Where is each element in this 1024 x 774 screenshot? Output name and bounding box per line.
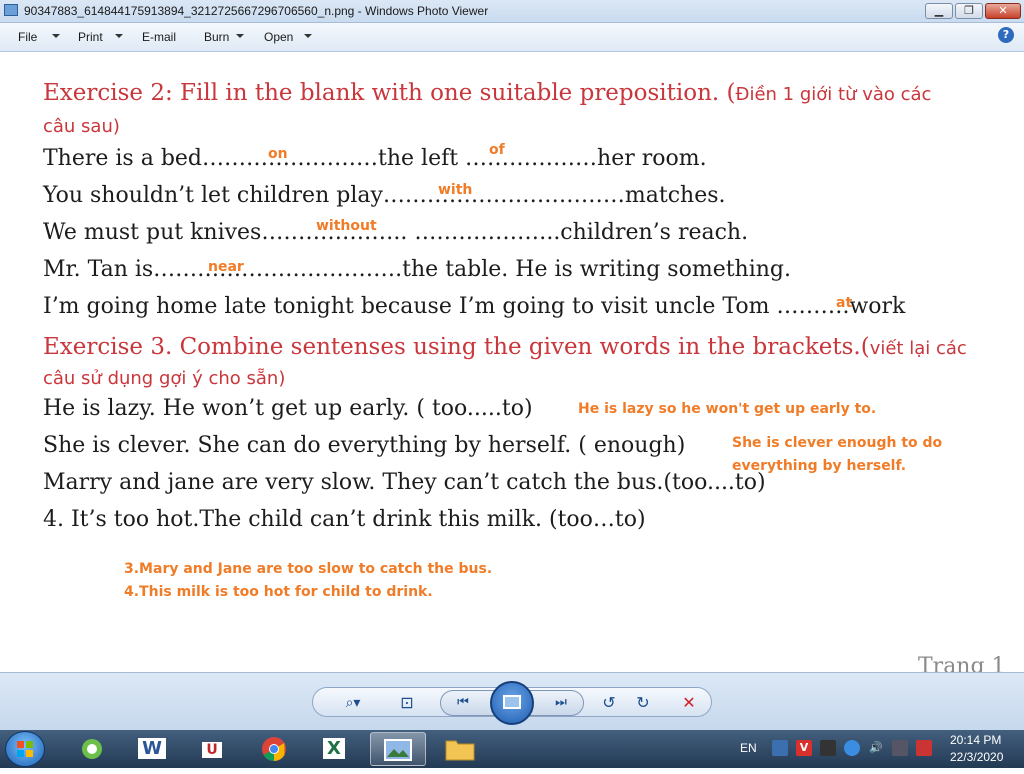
- exercise-2-line-1: There is a bed……………………the left ………………her…: [43, 146, 707, 171]
- answer-of: of: [489, 142, 505, 158]
- exercise-2-line-3: We must put knives……………….. ………………..child…: [43, 220, 749, 245]
- answer-sentence-2-line-1: She is clever enough to do: [732, 435, 943, 451]
- exercise-3-line-3: Marry and jane are very slow. They can’t…: [43, 470, 766, 495]
- slide-show-button[interactable]: [490, 681, 534, 725]
- tray-app-icon[interactable]: [820, 740, 836, 756]
- delete-icon[interactable]: ✕: [678, 692, 700, 714]
- page-number: Trang 1: [918, 654, 1006, 672]
- menu-open[interactable]: Open: [264, 30, 293, 44]
- taskbar-chrome[interactable]: [246, 732, 302, 766]
- menu-email[interactable]: E-mail: [142, 30, 176, 44]
- window-title: 90347883_614844175913894_321272566729670…: [24, 4, 489, 18]
- action-center-icon[interactable]: [916, 740, 932, 756]
- minimize-button[interactable]: ▁: [925, 3, 953, 19]
- burn-chevron-down-icon[interactable]: [236, 34, 244, 38]
- photo-canvas: Exercise 2: Fill in the blank with one s…: [0, 52, 1024, 672]
- title-bar: 90347883_614844175913894_321272566729670…: [0, 0, 1024, 23]
- exercise-3-line-4: 4. It’s too hot.The child can’t drink th…: [43, 507, 646, 532]
- answer-with: with: [438, 182, 473, 198]
- help-icon[interactable]: ?: [998, 27, 1014, 43]
- windows-logo-icon: [17, 741, 33, 757]
- taskbar-coccoc-browser[interactable]: [64, 732, 120, 766]
- exercise-2-heading: Exercise 2: Fill in the blank with one s…: [43, 80, 931, 106]
- exercise-2-line-5: I’m going home late tonight because I’m …: [43, 294, 906, 319]
- taskbar-excel[interactable]: X: [306, 732, 362, 766]
- actual-size-icon[interactable]: ⊡: [396, 692, 418, 714]
- answer-sentence-3: 3.Mary and Jane are too slow to catch th…: [124, 561, 493, 577]
- folder-icon: [445, 740, 475, 761]
- exercise-3-heading-continued: câu sử dụng gợi ý cho sẵn): [43, 368, 286, 389]
- volume-icon[interactable]: 🔊: [868, 740, 884, 756]
- word-icon: W: [138, 738, 166, 759]
- rotate-clockwise-icon[interactable]: ↻: [632, 692, 654, 714]
- exercise-2-heading-text: Exercise 2: Fill in the blank with one s…: [43, 80, 736, 106]
- exercise-2-line-4: Mr. Tan is…………………………….the table. He is w…: [43, 257, 792, 282]
- print-chevron-down-icon[interactable]: [115, 34, 123, 38]
- close-button[interactable]: ✕: [985, 3, 1021, 19]
- taskbar-file-explorer[interactable]: [432, 732, 488, 766]
- network-icon[interactable]: [892, 740, 908, 756]
- exercise-3-heading-text: Exercise 3. Combine sentenses using the …: [43, 334, 870, 360]
- photo-viewer-icon: [384, 739, 412, 761]
- start-button[interactable]: [5, 731, 45, 767]
- browser-tray-icon[interactable]: [844, 740, 860, 756]
- exercise-3-heading: Exercise 3. Combine sentenses using the …: [43, 334, 967, 360]
- menu-bar: File Print E-mail Burn Open: [0, 23, 1024, 52]
- exercise-2-heading-continued: câu sau): [43, 116, 120, 137]
- answer-near: near: [208, 259, 244, 275]
- taskbar-word[interactable]: W: [124, 732, 180, 766]
- maximize-button[interactable]: ❐: [955, 3, 983, 19]
- zoom-icon[interactable]: ⌕▾: [336, 692, 370, 714]
- viewer-control-bar: ⌕▾ ⊡ ⏮ ⏭ ↺ ↻ ✕: [0, 672, 1024, 731]
- answer-on: on: [268, 146, 288, 162]
- answer-at: at: [836, 295, 853, 311]
- answer-sentence-1: He is lazy so he won't get up early to.: [578, 401, 877, 417]
- menu-file[interactable]: File: [18, 30, 37, 44]
- open-chevron-down-icon[interactable]: [304, 34, 312, 38]
- exercise-3-line-2: She is clever. She can do everything by …: [43, 433, 686, 458]
- taskbar-photo-viewer[interactable]: [370, 732, 426, 766]
- coccoc-browser-icon: [82, 739, 102, 759]
- network-manager-icon[interactable]: [772, 740, 788, 756]
- excel-icon: X: [323, 738, 345, 759]
- next-icon[interactable]: ⏭: [550, 692, 572, 714]
- antivirus-icon[interactable]: V: [796, 740, 812, 756]
- answer-without: without: [316, 218, 377, 234]
- clock-date[interactable]: 22/3/2020: [950, 750, 1003, 764]
- answer-sentence-2-line-2: everything by herself.: [732, 458, 907, 474]
- unikey-icon: U: [202, 742, 222, 758]
- menu-burn[interactable]: Burn: [204, 30, 229, 44]
- clock-time[interactable]: 20:14 PM: [950, 733, 1001, 747]
- exercise-3-line-1: He is lazy. He won’t get up early. ( too…: [43, 396, 533, 421]
- exercise-3-heading-vietnamese: viết lại các: [869, 338, 967, 359]
- exercise-2-heading-vietnamese: Điền 1 giới từ vào các: [735, 84, 932, 105]
- taskbar-unikey[interactable]: U: [184, 732, 240, 766]
- exercise-2-line-2: You shouldn’t let children play…………………………: [43, 183, 726, 208]
- language-indicator[interactable]: EN: [740, 741, 757, 755]
- photo-viewer-app-icon: [4, 4, 18, 16]
- taskbar: W U X EN V 🔊 20:14 PM 22/3/2020: [0, 730, 1024, 768]
- rotate-counterclockwise-icon[interactable]: ↺: [598, 692, 620, 714]
- chrome-icon: [262, 737, 286, 761]
- file-chevron-down-icon[interactable]: [52, 34, 60, 38]
- answer-sentence-4: 4.This milk is too hot for child to drin…: [124, 584, 433, 600]
- previous-icon[interactable]: ⏮: [452, 692, 474, 714]
- menu-print[interactable]: Print: [78, 30, 103, 44]
- slide-show-icon: [503, 695, 521, 709]
